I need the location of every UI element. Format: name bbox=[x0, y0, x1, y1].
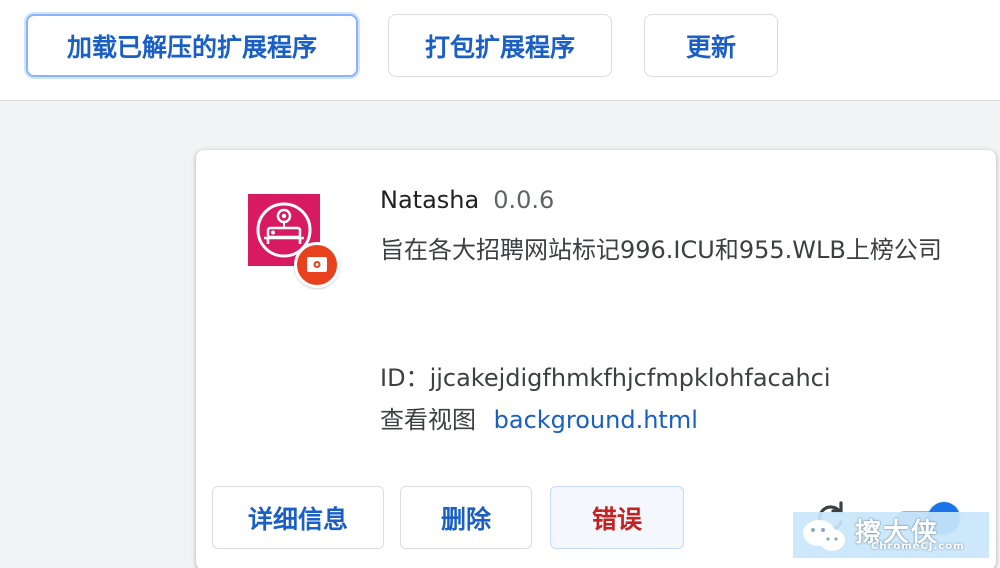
extension-id-label: ID： bbox=[380, 364, 430, 392]
extension-card: Natasha 0.0.6 旨在各大招聘网站标记996.ICU和955.WLB上… bbox=[196, 150, 996, 568]
remove-button[interactable]: 删除 bbox=[400, 486, 532, 549]
background-page-link[interactable]: background.html bbox=[494, 406, 698, 434]
watermark: 擦大侠 ChromeCJ.com bbox=[793, 512, 989, 558]
details-button[interactable]: 详细信息 bbox=[212, 486, 384, 549]
wechat-logo-icon bbox=[803, 520, 845, 551]
watermark-url: ChromeCJ.com bbox=[871, 541, 965, 552]
inspect-views-label: 查看视图 bbox=[380, 406, 476, 434]
load-unpacked-button[interactable]: 加载已解压的扩展程序 bbox=[26, 14, 358, 77]
extension-id-row: ID：jjcakejdigfhmkfhjcfmpklohfacahci bbox=[380, 358, 831, 392]
extension-title-row: Natasha 0.0.6 bbox=[380, 186, 554, 218]
extension-name: Natasha bbox=[380, 186, 480, 214]
extension-version: 0.0.6 bbox=[493, 186, 555, 214]
errors-button[interactable]: 错误 bbox=[550, 486, 684, 549]
update-button[interactable]: 更新 bbox=[644, 14, 778, 77]
extensions-toolbar: 加载已解压的扩展程序 打包扩展程序 更新 bbox=[0, 0, 1000, 101]
pack-extension-button[interactable]: 打包扩展程序 bbox=[388, 14, 612, 77]
extension-id-value: jjcakejdigfhmkfhjcfmpklohfacahci bbox=[429, 364, 831, 392]
extension-description: 旨在各大招聘网站标记996.ICU和955.WLB上榜公司 bbox=[380, 236, 942, 264]
inspect-views-row: 查看视图 background.html bbox=[380, 400, 698, 434]
unpacked-extension-badge-icon bbox=[294, 242, 340, 288]
